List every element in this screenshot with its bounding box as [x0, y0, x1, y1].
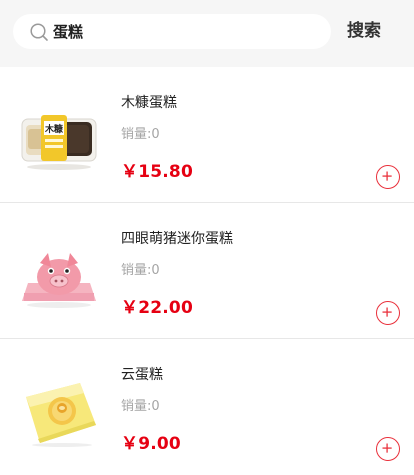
product-item[interactable]: 木糠 木糠蛋糕 销量:0 ￥15.80	[0, 67, 414, 203]
svg-text:木糠: 木糠	[44, 123, 64, 135]
product-sales: 销量:0	[121, 399, 160, 414]
product-list: 木糠 木糠蛋糕 销量:0 ￥15.80 四眼萌猪迷你蛋糕 销量:0 ￥22.00…	[0, 67, 414, 475]
product-price: ￥22.00	[121, 298, 193, 318]
add-to-cart-button[interactable]	[376, 437, 400, 461]
search-box[interactable]	[13, 14, 331, 49]
product-price: ￥15.80	[121, 162, 193, 182]
add-to-cart-button[interactable]	[376, 301, 400, 325]
plus-icon	[382, 443, 392, 453]
search-button[interactable]: 搜索	[344, 18, 384, 44]
cloud-cake-image	[26, 383, 96, 447]
product-item[interactable]: 云蛋糕 销量:0 ￥9.00	[0, 339, 414, 475]
plus-icon	[382, 171, 392, 181]
search-input[interactable]	[53, 14, 323, 49]
pig-cake-image	[22, 253, 96, 308]
mukang-cake-image: 木糠	[21, 115, 97, 170]
add-to-cart-button[interactable]	[376, 165, 400, 189]
search-icon	[30, 23, 48, 41]
product-name: 木糠蛋糕	[121, 95, 177, 111]
product-sales: 销量:0	[121, 127, 160, 142]
product-price: ￥9.00	[121, 434, 181, 454]
search-header: 搜索	[0, 0, 414, 67]
product-name: 云蛋糕	[121, 367, 163, 383]
product-name: 四眼萌猪迷你蛋糕	[121, 231, 233, 247]
product-item[interactable]: 四眼萌猪迷你蛋糕 销量:0 ￥22.00	[0, 203, 414, 339]
plus-icon	[382, 307, 392, 317]
product-sales: 销量:0	[121, 263, 160, 278]
